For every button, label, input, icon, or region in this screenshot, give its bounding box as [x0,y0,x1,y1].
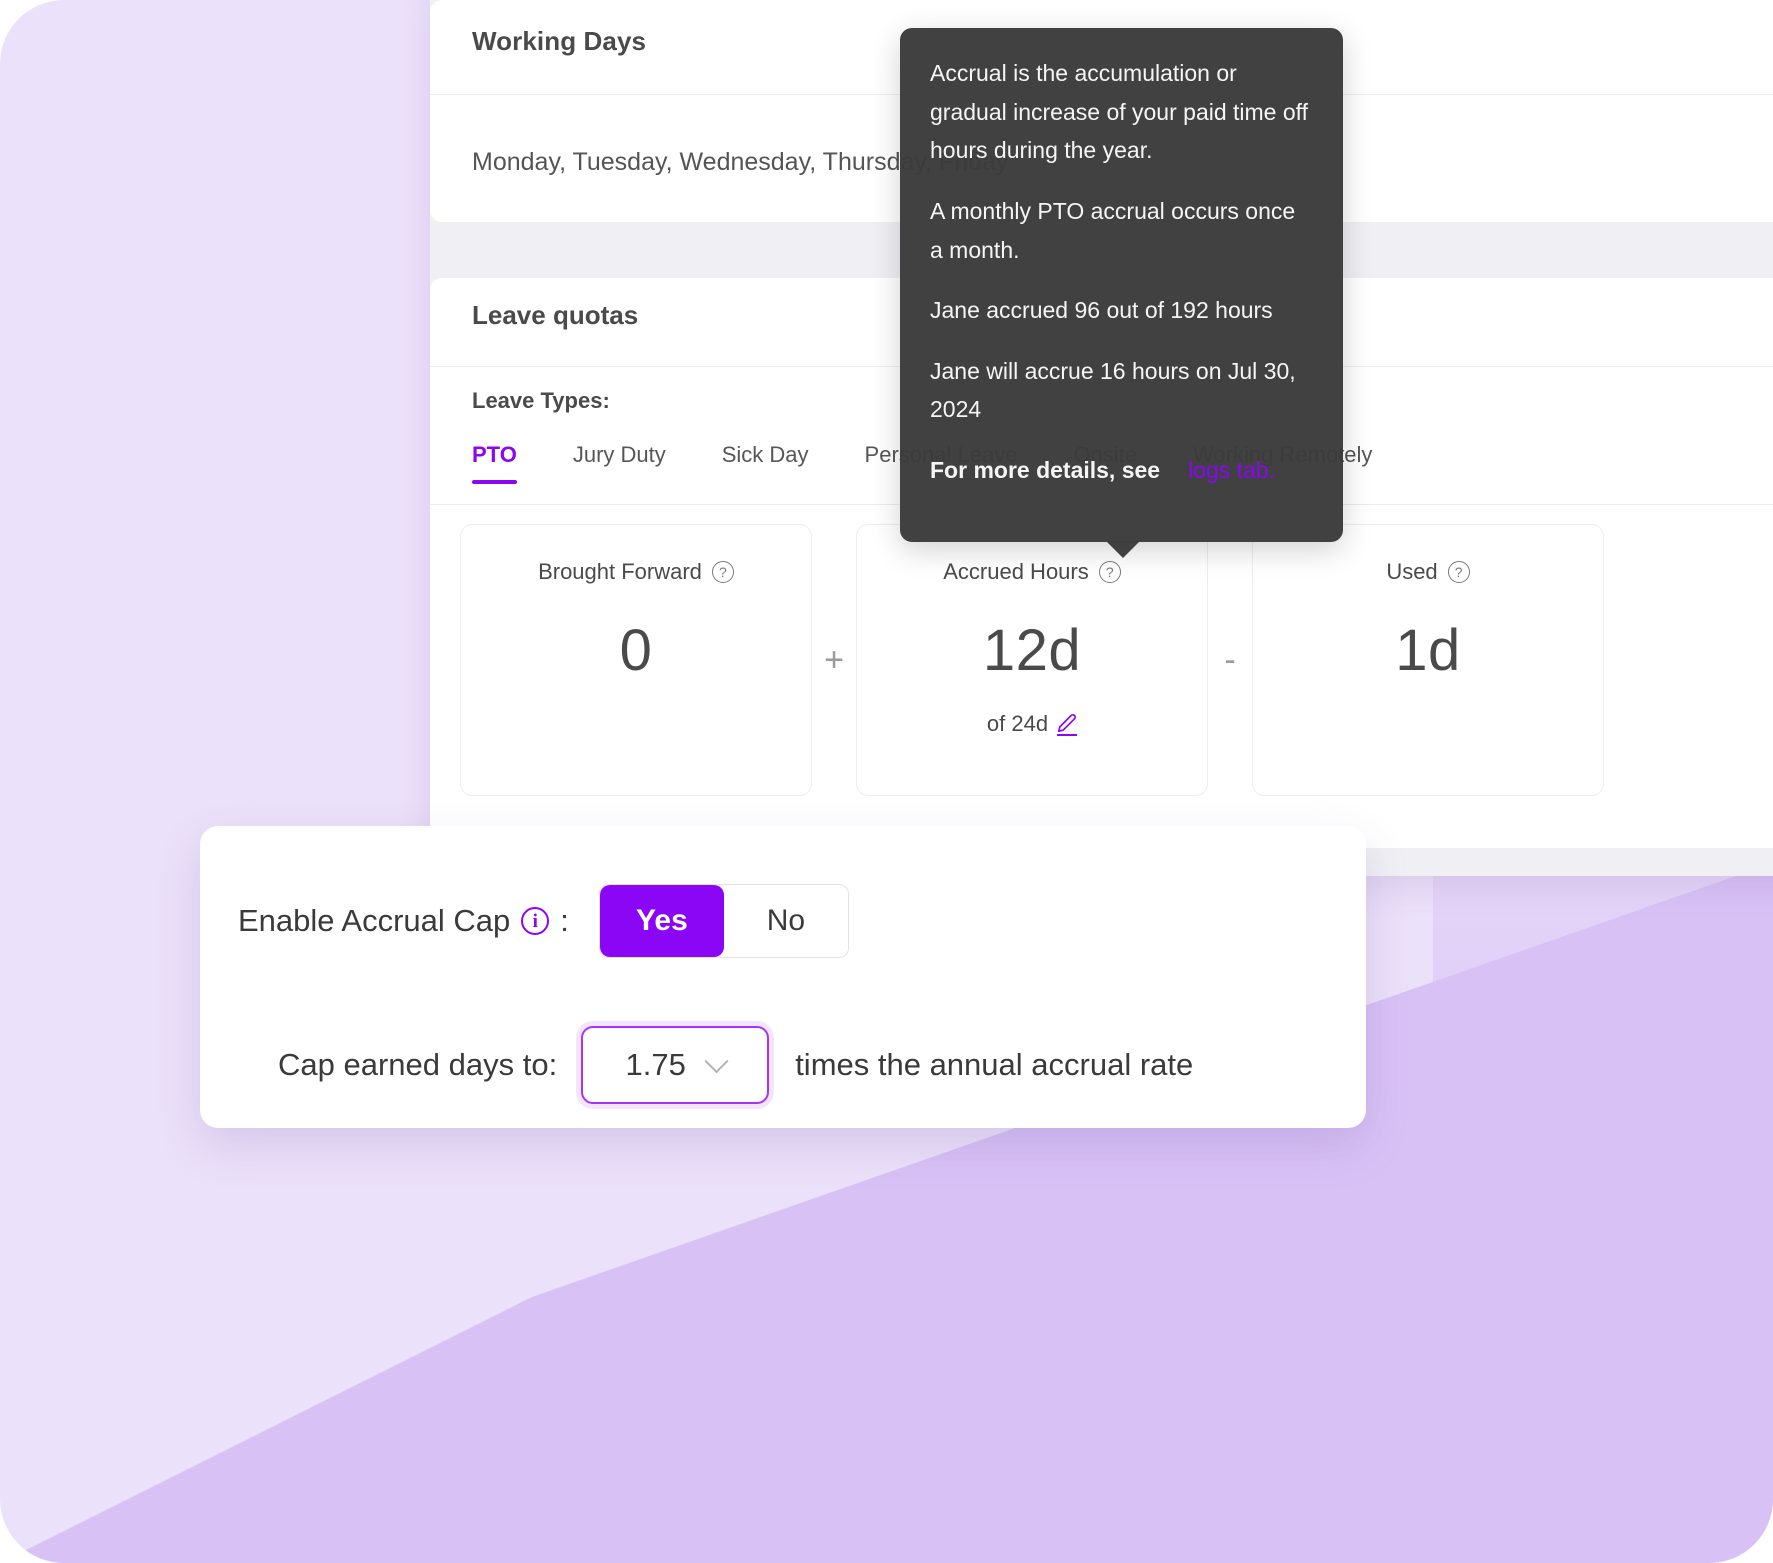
operator-minus: - [1224,640,1236,679]
accrual-tooltip: Accrual is the accumulation or gradual i… [900,28,1343,558]
leave-quota-stat-row: Brought Forward ? 0 + Accrued Hours ? 12… [460,524,1773,796]
stat-label-text: Used [1386,559,1438,584]
question-mark-circle-icon[interactable]: ? [1098,561,1121,583]
cap-earned-days-label: Cap earned days to: [278,1047,558,1082]
chevron-down-icon [704,1048,729,1073]
stat-value-brought-forward: 0 [619,618,653,683]
toggle-option-yes[interactable]: Yes [599,885,724,957]
stat-label-text: Accrued Hours [943,559,1089,584]
question-mark-circle-icon[interactable]: ? [711,561,734,583]
stat-label-text: Brought Forward [538,559,702,584]
info-circle-icon[interactable]: i [521,907,550,935]
enable-accrual-cap-row: Enable Accrual Cap i : Yes No [238,884,849,958]
pencil-edit-icon[interactable] [1057,713,1078,736]
cap-earned-days-row: Cap earned days to: 1.75 times the annua… [278,1026,1193,1104]
stat-label-used: Used ? [1253,559,1603,585]
operator-plus: + [824,640,844,679]
stat-label-accrued-hours: Accrued Hours ? [857,559,1207,585]
tooltip-footer: For more details, see logs tab. [930,451,1313,490]
stat-sub-text: of 24d [986,711,1049,736]
tooltip-arrow [1106,540,1140,558]
enable-accrual-cap-label-text: Enable Accrual Cap [238,903,511,938]
enable-accrual-cap-toggle: Yes No [598,884,849,958]
stat-value-used: 1d [1395,618,1461,683]
cap-multiplier-select[interactable]: 1.75 [581,1026,770,1104]
working-days-title: Working Days [472,26,647,56]
cap-multiplier-value: 1.75 [625,1047,686,1082]
leave-quotas-title: Leave quotas [472,300,639,330]
tab-pto[interactable]: PTO [472,442,517,484]
leave-types-label: Leave Types: [472,388,610,413]
tooltip-paragraph-frequency: A monthly PTO accrual occurs once a mont… [930,197,1296,263]
accrual-cap-panel: Enable Accrual Cap i : Yes No Cap earned… [200,826,1366,1128]
logs-tab-link[interactable]: logs tab. [1188,451,1275,490]
stat-card-brought-forward: Brought Forward ? 0 [460,524,812,796]
question-mark-circle-icon[interactable]: ? [1447,561,1470,583]
stat-card-accrued-hours: Accrued Hours ? 12d of 24d [856,524,1208,796]
stat-label-brought-forward: Brought Forward ? [461,559,811,585]
stat-sub-accrued-hours: of 24d [857,711,1207,737]
screenshot-stage: Working Days Monday, Tuesday, Wednesday,… [0,0,1773,1563]
enable-accrual-cap-label: Enable Accrual Cap i : [238,903,569,939]
toggle-option-no[interactable]: No [723,885,848,957]
label-colon: : [560,903,569,938]
tooltip-paragraph-definition: Accrual is the accumulation or gradual i… [930,60,1309,164]
tab-sick-day[interactable]: Sick Day [722,442,809,484]
stat-value-accrued-hours: 12d [982,618,1082,683]
tooltip-paragraph-accrued: Jane accrued 96 out of 192 hours [930,297,1273,324]
stat-card-used: Used ? 1d [1252,524,1604,796]
tooltip-paragraph-next-accrual: Jane will accrue 16 hours on Jul 30, 202… [930,357,1296,423]
cap-earned-days-suffix: times the annual accrual rate [795,1047,1194,1082]
tab-jury-duty[interactable]: Jury Duty [573,442,666,484]
tooltip-footer-text: For more details, see [930,457,1161,483]
